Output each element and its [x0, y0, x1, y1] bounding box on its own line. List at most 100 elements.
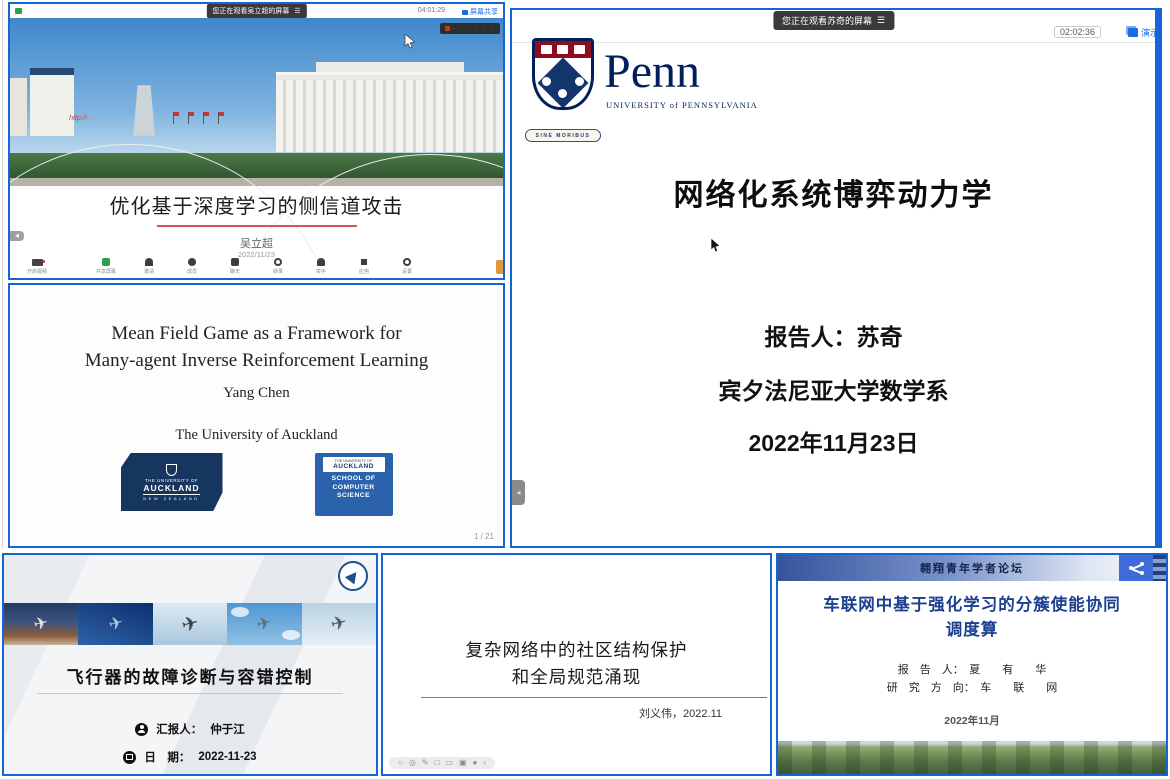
aircraft-photo-strip: ✈ ✈ ✈ ✈ ✈ [4, 603, 376, 645]
slide-title: Mean Field Game as a Framework for Many-… [10, 321, 503, 374]
stealth-drone-photo: ✈ [153, 603, 227, 645]
present-icon [1128, 28, 1138, 37]
present-button[interactable]: 演示 [1128, 26, 1159, 39]
mouse-cursor-black [710, 238, 721, 253]
chat-icon [231, 258, 239, 266]
research-row: 研 究 方 向： 车 联 网 [778, 679, 1166, 695]
more-icon[interactable]: ● [473, 759, 478, 767]
auckland-slide-tile: Mean Field Game as a Framework for Many-… [8, 283, 505, 548]
plane-icon: ✈ [328, 611, 349, 637]
notification-text: · · · · · · [453, 26, 495, 32]
meeting-tile-suqi: 您正在观看苏奇的屏幕 ☰ 02:02:36 演示 SINE MORIBUS Pe… [510, 8, 1162, 548]
title-underline [37, 693, 342, 694]
shield-chief-band [535, 41, 591, 58]
author-name: Yang Chen [10, 385, 503, 402]
menu-icon[interactable]: ☰ [294, 7, 300, 15]
toolbar-apps[interactable]: 应用 [349, 258, 379, 275]
auckland-crest-icon [166, 464, 177, 476]
dolphin-icon [557, 45, 568, 54]
apps-grid-icon [360, 258, 368, 266]
video-icon[interactable]: ▭ [445, 759, 453, 767]
red-flag [188, 112, 194, 124]
toolbar-invite[interactable]: 邀请 [134, 258, 164, 275]
record-icon [274, 258, 282, 266]
watching-screen-label: 您正在观看吴立超的屏幕 [212, 6, 289, 16]
title-divider [421, 697, 767, 698]
toolbar-raise-hand[interactable]: 举手 [306, 258, 336, 275]
share-button[interactable] [1119, 555, 1153, 581]
network-signal-icon [15, 8, 22, 14]
meeting-timer: 02:02:36 [1054, 26, 1101, 38]
calendar-icon [123, 751, 136, 764]
banner-stripes-decor [1153, 555, 1166, 581]
watching-screen-toast[interactable]: 您正在观看吴立超的屏幕 ☰ [206, 4, 306, 18]
meeting-toolbar: 开启视频 共享屏幕 邀请 成员 聊天 转录 举手 [10, 257, 503, 277]
zoom-icon[interactable]: □ [435, 759, 440, 767]
toolbar-settings[interactable]: 设置 [392, 258, 422, 275]
aircraft-slide-tile: ✈ ✈ ✈ ✈ ✈ 飞行器的故障诊断与容错控制 汇报人： 仲于江 日 期： 20… [2, 553, 378, 776]
meeting-tile-wulichao: 您正在观看吴立超的屏幕 ☰ 04:01:29 屏幕共享 http://··· ·… [8, 2, 505, 280]
screen-share-icon [462, 10, 468, 15]
slide-title: 复杂网络中的社区结构保护 和全局规范涌现 [383, 637, 770, 691]
auckland-university-logo: THE UNIVERSITY OF AUCKLAND NEW ZEALAND [121, 453, 223, 511]
book-icon [574, 45, 585, 54]
screen-share-label: 屏幕共享 [470, 7, 498, 17]
plane-icon: ✈ [106, 613, 125, 636]
page-number: 1 / 21 [474, 532, 494, 541]
pen-icon[interactable]: ✎ [422, 759, 429, 767]
airliner-photo: ✈ [4, 603, 78, 645]
forum-title: 翱翔青年学者论坛 [920, 560, 1024, 576]
watching-screen-toast[interactable]: 您正在观看苏奇的屏幕 ☰ [773, 11, 894, 30]
menu-icon[interactable]: ☰ [877, 15, 885, 26]
toolbar-share-screen[interactable]: 共享屏幕 [91, 258, 121, 275]
network-slide-tile: 复杂网络中的社区结构保护 和全局规范涌现 刘义伟，2022.11 ○ ◎ ✎ □… [381, 553, 772, 776]
next-slide-icon[interactable]: ◎ [409, 759, 416, 767]
penn-university-label: UNIVERSITY of PENNSYLVANIA [606, 100, 758, 110]
plane-icon: ✈ [32, 613, 51, 636]
comment-icon[interactable]: ▣ [459, 759, 467, 767]
forum-banner: 翱翔青年学者论坛 [778, 555, 1166, 581]
meeting-header-bar: 您正在观看苏奇的屏幕 ☰ 02:02:36 演示 [512, 10, 1155, 43]
floating-widget[interactable] [496, 260, 505, 274]
author-byline: 刘义伟，2022.11 [639, 705, 722, 721]
iov-slide-tile: 翱翔青年学者论坛 车联网中基于强化学习的分簇使能协同 调度算 报 告 人： 夏 … [776, 553, 1168, 776]
date-line: 2022年11月23日 [512, 424, 1155, 458]
watching-screen-label: 您正在观看苏奇的屏幕 [782, 14, 872, 27]
penn-shield-logo: SINE MORIBUS [528, 38, 598, 142]
presenter-name: 吴立超 [10, 235, 503, 251]
affiliation: The University of Auckland [10, 427, 503, 444]
present-label: 演示 [1141, 26, 1159, 39]
toolbar-members[interactable]: 成员 [177, 258, 207, 275]
side-panel-handle[interactable]: ◀ [10, 231, 24, 241]
sidebar-collapse-handle[interactable]: ◂ [512, 480, 525, 505]
gate-wall [10, 78, 27, 135]
invite-icon [145, 258, 153, 266]
prev-slide-icon[interactable]: ○ [398, 759, 403, 767]
slide-title: 优化基于深度学习的侧信道攻击 [10, 190, 503, 219]
speaker-line: 报告人：苏奇 [512, 318, 1155, 352]
title-underline [157, 225, 357, 227]
red-flag [203, 112, 209, 124]
toolbar-record[interactable]: 转录 [263, 258, 293, 275]
plane-icon: ✈ [255, 613, 274, 636]
presenter-row: 汇报人： 仲于江 [4, 721, 376, 737]
screen-share-button[interactable]: 屏幕共享 [462, 7, 498, 17]
transport-photo: ✈ [302, 603, 376, 645]
toolbar-chat[interactable]: 聊天 [220, 258, 250, 275]
notification-dot-icon [445, 26, 450, 31]
slide-title: 车联网中基于强化学习的分簇使能协同 调度算 [778, 593, 1166, 643]
share-screen-icon [102, 258, 110, 266]
plane-icon: ✈ [179, 610, 201, 638]
members-icon [188, 258, 196, 266]
red-flag [173, 112, 179, 124]
collapse-icon[interactable]: ‹ [483, 759, 486, 767]
affiliation-line: 宾夕法尼亚大学数学系 [512, 372, 1155, 406]
share-icon [1129, 562, 1144, 575]
slide-title: 飞行器的故障诊断与容错控制 [4, 663, 376, 688]
nuaa-logo [338, 561, 368, 591]
toolbar-items: 共享屏幕 邀请 成员 聊天 转录 举手 应用 设置 [10, 258, 503, 275]
raise-hand-icon [317, 258, 325, 266]
date-row: 日 期： 2022-11-23 [4, 749, 376, 765]
chat-notification-toast[interactable]: · · · · · · [440, 23, 500, 34]
photo-watermark: http://··· [69, 115, 94, 122]
